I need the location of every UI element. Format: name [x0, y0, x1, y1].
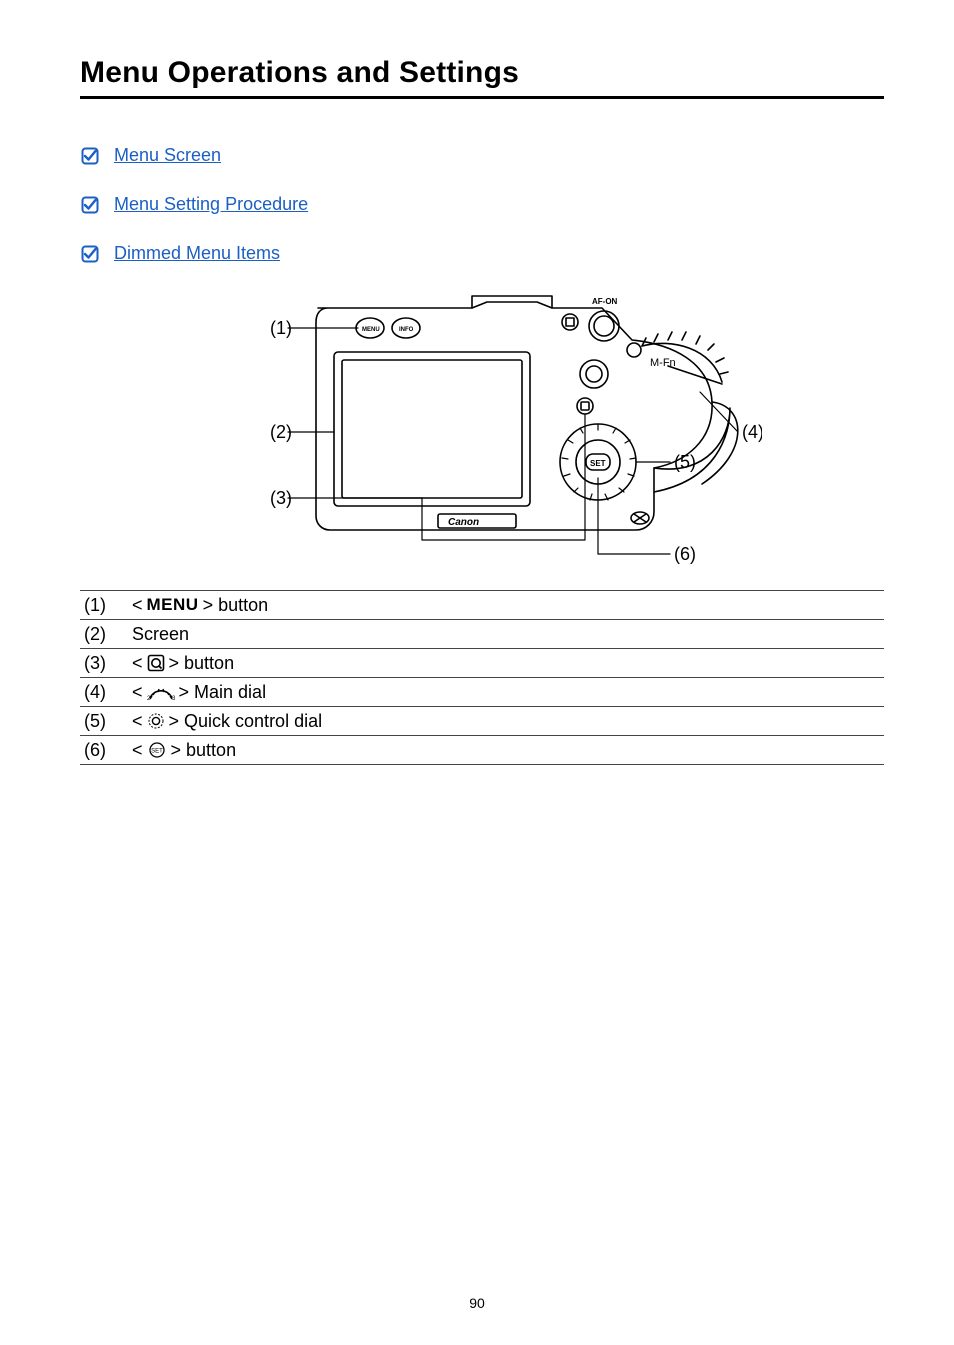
legend-index: (4)	[80, 678, 132, 707]
legend-text: Screen	[132, 623, 189, 645]
legend-index: (5)	[80, 707, 132, 736]
legend-text: > button	[203, 594, 269, 616]
set-label: SET	[590, 459, 606, 468]
angle-open: <	[132, 594, 143, 616]
angle-open: <	[132, 710, 143, 732]
table-row: (5) < > Quick control dial	[80, 707, 884, 736]
table-row: (6) < SET > button	[80, 736, 884, 765]
legend-index: (1)	[80, 591, 132, 620]
legend-index: (2)	[80, 620, 132, 649]
set-icon: SET	[147, 742, 167, 758]
table-row: (1) < MENU > button	[80, 591, 884, 620]
callout-5: (5)	[674, 452, 696, 472]
table-row: (2) Screen	[80, 620, 884, 649]
callout-1: (1)	[270, 318, 292, 338]
controls-legend-table: (1) < MENU > button (2) Screen	[80, 590, 884, 765]
svg-text:3: 3	[172, 696, 175, 701]
page-number: 90	[0, 1295, 954, 1311]
angle-open: <	[132, 652, 143, 674]
svg-text:SET: SET	[151, 749, 163, 755]
mfn-label: M-Fn	[650, 357, 676, 369]
callout-2: (2)	[270, 422, 292, 442]
title-rule	[80, 96, 884, 99]
legend-text: > Main dial	[179, 681, 267, 703]
section-link-row: Menu Screen	[80, 145, 884, 166]
link-dimmed-menu-items[interactable]: Dimmed Menu Items	[114, 243, 280, 264]
angle-open: <	[132, 681, 143, 703]
brand-label: Canon	[448, 517, 479, 528]
legend-index: (3)	[80, 649, 132, 678]
section-link-row: Dimmed Menu Items	[80, 243, 884, 264]
menu-button-label: MENU	[362, 327, 380, 333]
legend-text: > Quick control dial	[169, 710, 323, 732]
callout-3: (3)	[270, 488, 292, 508]
page-title: Menu Operations and Settings	[80, 56, 884, 90]
note-icon	[80, 146, 100, 166]
callout-4: (4)	[742, 422, 762, 442]
afon-label: AF-ON	[592, 297, 618, 306]
table-row: (4) <	[80, 678, 884, 707]
legend-index: (6)	[80, 736, 132, 765]
q-icon	[147, 654, 165, 672]
link-menu-screen[interactable]: Menu Screen	[114, 145, 221, 166]
note-icon	[80, 244, 100, 264]
link-menu-setting-procedure[interactable]: Menu Setting Procedure	[114, 194, 308, 215]
camera-back-diagram: (1) (2) (3) (4) (5) (6) Canon MENU INFO …	[202, 292, 762, 582]
menu-word-icon: MENU	[147, 594, 199, 616]
section-links: Menu Screen Menu Setting Procedure Dimme…	[80, 145, 884, 264]
note-icon	[80, 195, 100, 215]
maindial-icon: 2 3	[147, 683, 175, 701]
quickdial-icon	[147, 712, 165, 730]
section-link-row: Menu Setting Procedure	[80, 194, 884, 215]
angle-open: <	[132, 739, 143, 761]
table-row: (3) < > button	[80, 649, 884, 678]
legend-text: > button	[169, 652, 235, 674]
info-button-label: INFO	[399, 327, 414, 333]
legend-text: > button	[171, 739, 237, 761]
callout-6: (6)	[674, 544, 696, 564]
